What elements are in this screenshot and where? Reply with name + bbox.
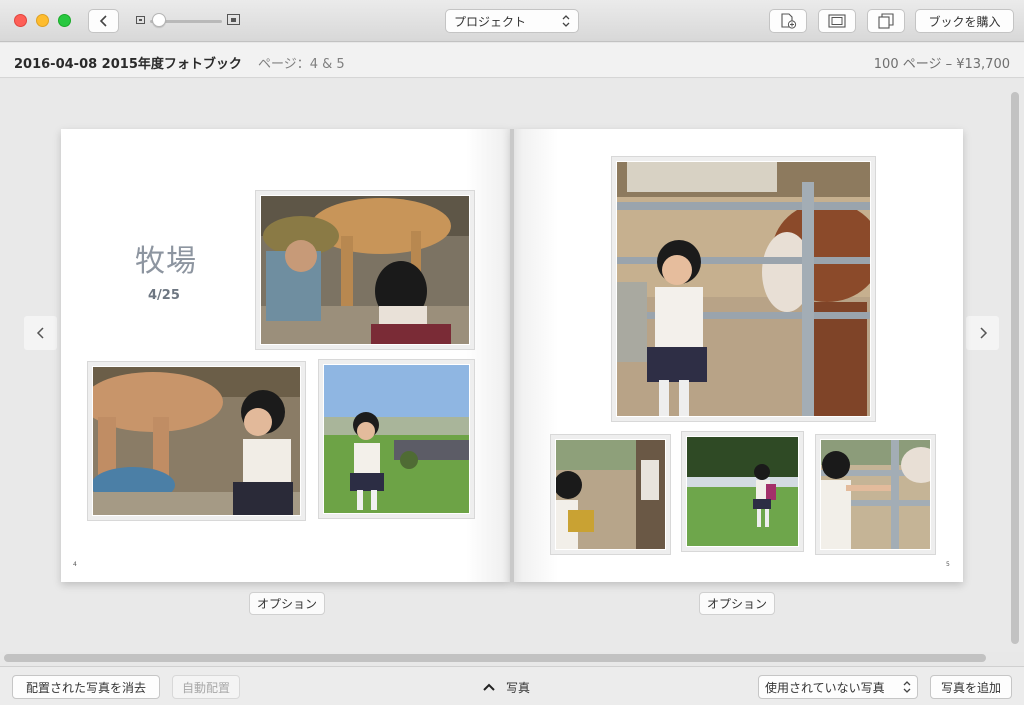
- photo-frame[interactable]: [87, 361, 306, 521]
- page-date-text[interactable]: 4/25: [148, 288, 180, 303]
- photo-girl-with-cow: [93, 367, 300, 515]
- zoom-in-icon: [227, 14, 240, 25]
- zoom-window-button[interactable]: [58, 14, 71, 27]
- book-spine: [510, 129, 514, 582]
- bottom-bar: 配置された写真を消去 自動配置 写真 使用されていない写真 写真を追加: [0, 666, 1024, 705]
- add-page-icon: [781, 13, 797, 29]
- zoom-out-icon: [136, 16, 145, 24]
- page-number-right: 5: [946, 561, 950, 568]
- previous-page-button[interactable]: [24, 316, 57, 350]
- photo-filter-label: 使用されていない写真: [765, 680, 885, 695]
- photo-girl-by-tree: [556, 440, 665, 549]
- page-number-left: 4: [73, 561, 77, 568]
- auto-place-button[interactable]: 自動配置: [172, 675, 240, 699]
- back-button[interactable]: [88, 9, 119, 33]
- photo-girl-feeding-horse: [821, 440, 930, 549]
- photos-browser-toggle[interactable]: 写真: [482, 677, 530, 697]
- photo-frame[interactable]: [255, 190, 475, 350]
- zoom-slider-knob[interactable]: [152, 13, 166, 27]
- page-title-text[interactable]: 牧場: [135, 236, 197, 280]
- photo-frame[interactable]: [550, 434, 671, 555]
- photo-girl-with-pony: [617, 162, 870, 416]
- photo-frame[interactable]: [681, 431, 804, 552]
- photo-frame[interactable]: [318, 359, 475, 519]
- photo-frame[interactable]: [611, 156, 876, 422]
- right-page-options-button[interactable]: オプション: [699, 592, 775, 615]
- add-photos-button[interactable]: 写真を追加: [930, 675, 1012, 699]
- minimize-window-button[interactable]: [36, 14, 49, 27]
- chevron-up-icon: [483, 683, 495, 691]
- horizontal-scrollbar[interactable]: [4, 654, 986, 662]
- photo-girl-on-grass: [687, 437, 798, 546]
- photo-frame[interactable]: [815, 434, 936, 555]
- close-window-button[interactable]: [14, 14, 27, 27]
- chevron-left-icon: [36, 327, 44, 339]
- next-page-button[interactable]: [966, 316, 999, 350]
- project-select-label: プロジェクト: [454, 14, 527, 29]
- photo-cow-milking: [261, 196, 469, 344]
- project-select[interactable]: プロジェクト: [445, 9, 579, 33]
- chevron-left-icon: [99, 15, 107, 27]
- photo-filter-select[interactable]: 使用されていない写真: [758, 675, 918, 699]
- layout-button[interactable]: [818, 9, 856, 33]
- duplicate-page-icon: [878, 13, 894, 29]
- duplicate-page-button[interactable]: [867, 9, 905, 33]
- book-title: 2016-04-08 2015年度フォトブック: [14, 57, 242, 72]
- info-bar: 2016-04-08 2015年度フォトブック ページ：4 & 5 100 ペー…: [0, 43, 1024, 78]
- chevron-updown-icon: [903, 681, 911, 693]
- buy-book-button[interactable]: ブックを購入: [915, 9, 1014, 33]
- add-page-button[interactable]: [769, 9, 807, 33]
- left-page-options-button[interactable]: オプション: [249, 592, 325, 615]
- chevron-updown-icon: [562, 15, 570, 27]
- page-indicator: ページ：4 & 5: [258, 57, 345, 72]
- price-label: 100 ページ – ¥13,700: [873, 57, 1010, 72]
- layout-icon: [828, 14, 846, 28]
- photos-label: 写真: [506, 680, 531, 695]
- chevron-right-icon: [979, 327, 987, 339]
- toolbar: プロジェクト ブックを購入: [0, 0, 1024, 42]
- photo-girl-in-field: [324, 365, 469, 513]
- clear-placed-photos-button[interactable]: 配置された写真を消去: [12, 675, 160, 699]
- vertical-scrollbar[interactable]: [1011, 92, 1019, 644]
